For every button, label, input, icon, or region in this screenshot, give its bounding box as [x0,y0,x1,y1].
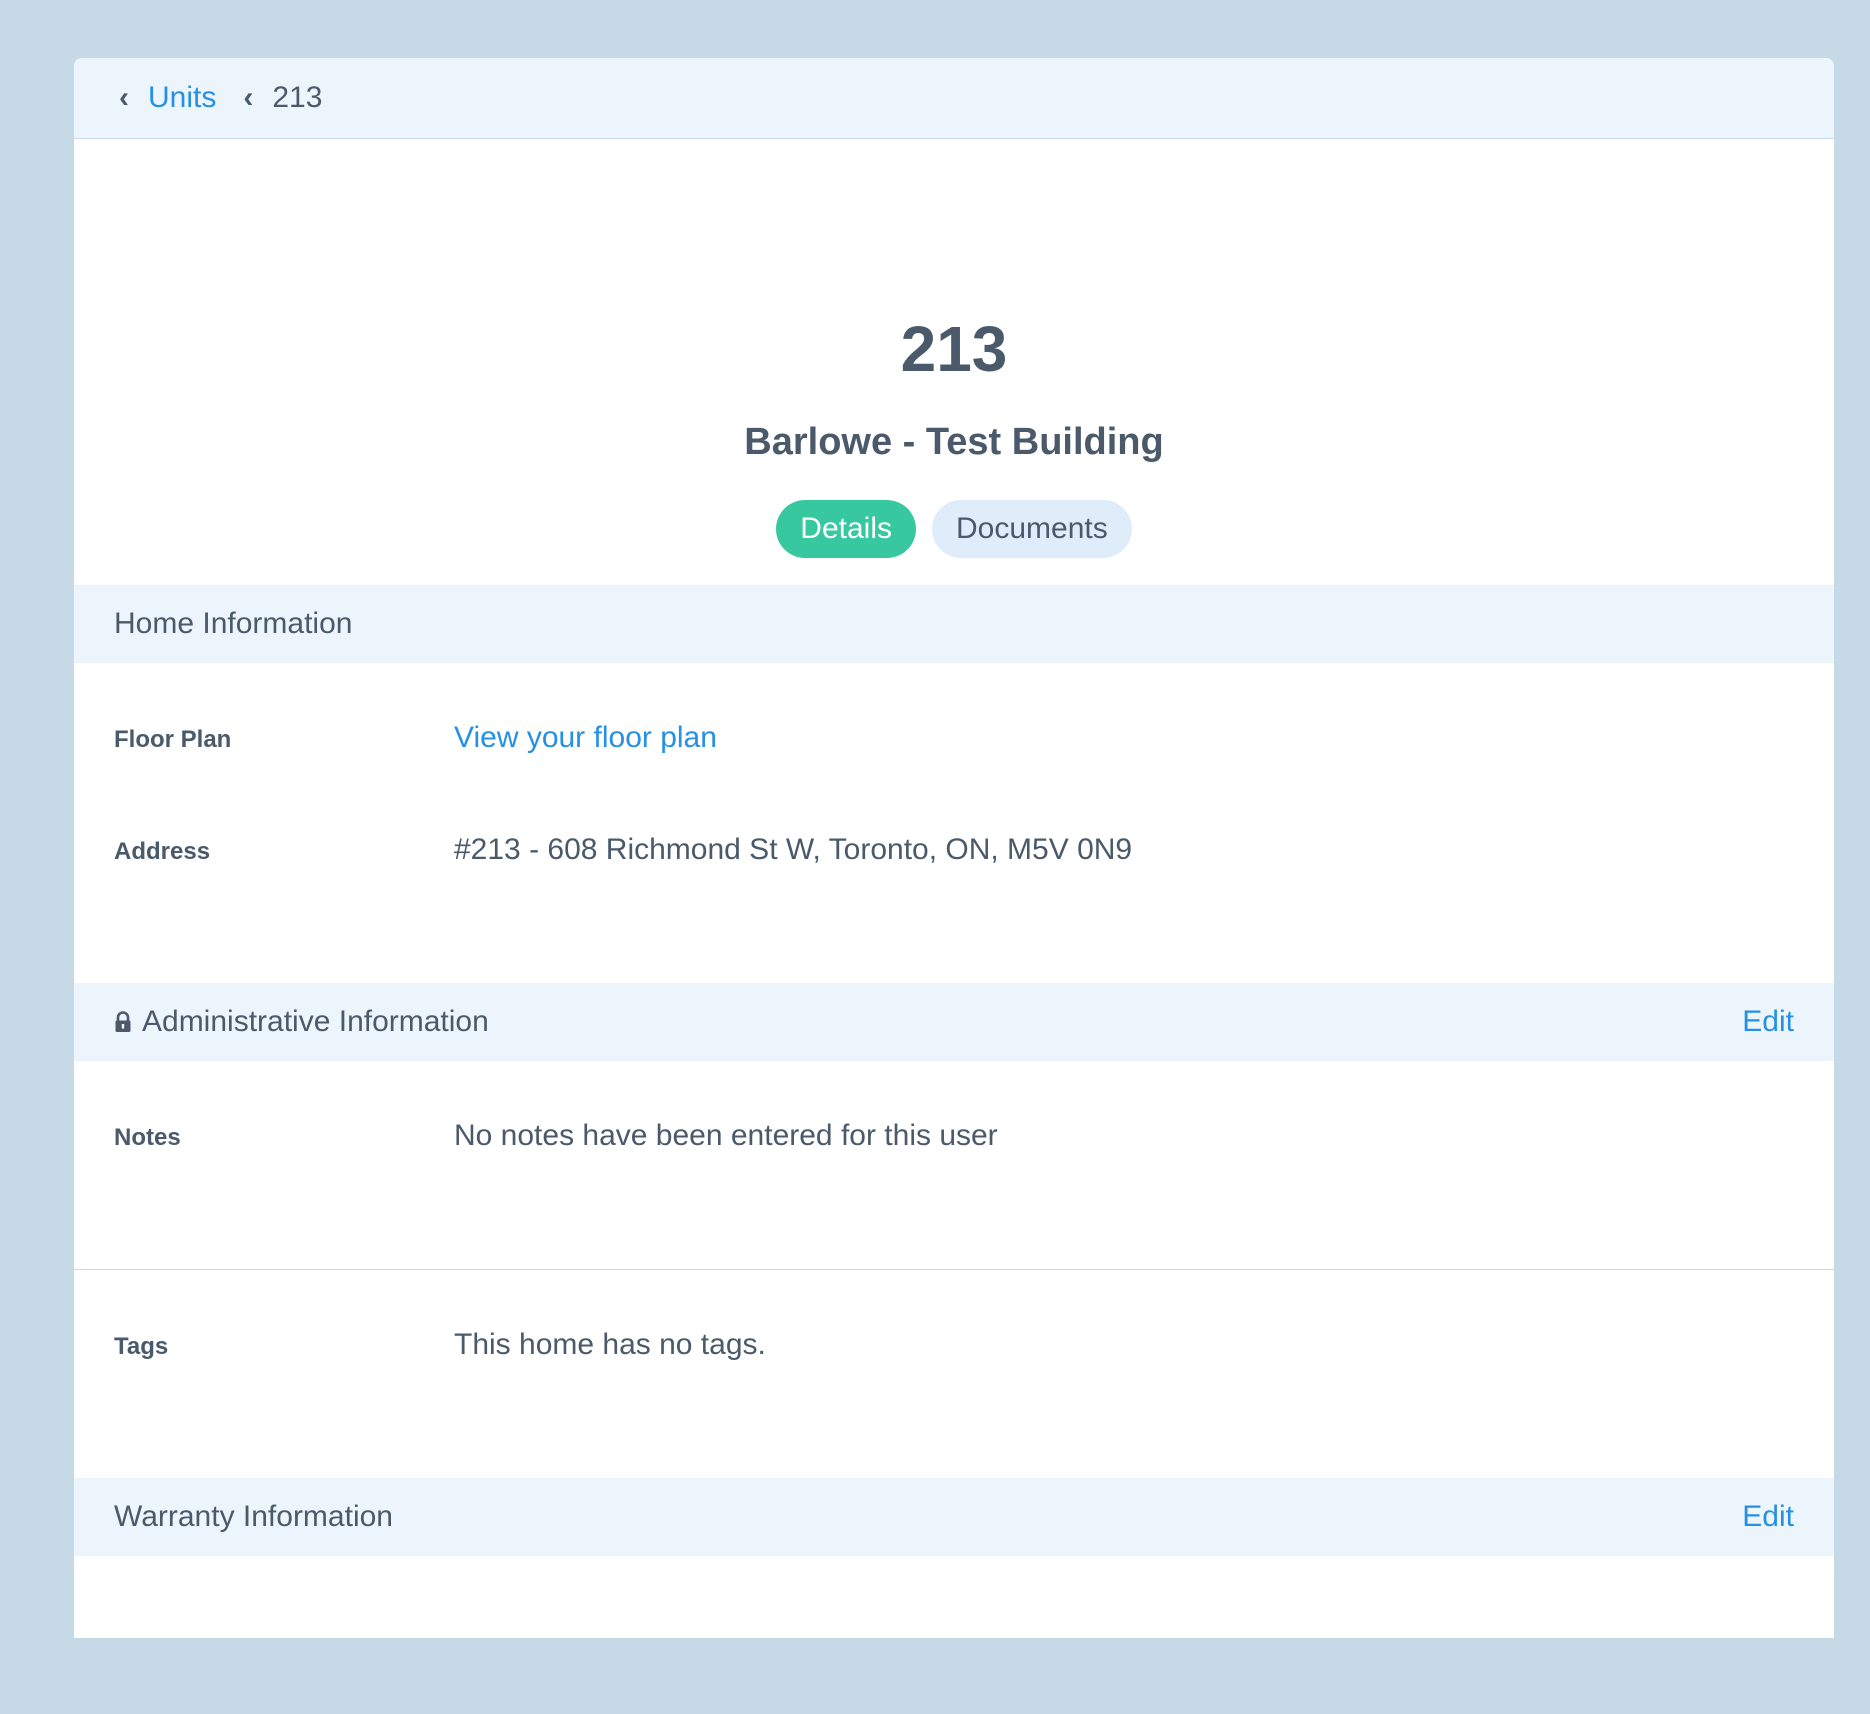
warranty-edit-button[interactable]: Edit [1742,1500,1794,1534]
tags-row: Tags This home has no tags. [74,1328,1834,1362]
section-title: Warranty Information [114,1500,393,1533]
floor-plan-label: Floor Plan [114,726,232,753]
section-title-wrapper: Administrative Information [114,1005,489,1039]
breadcrumb: ‹ Units ‹ 213 [74,58,1834,139]
tab-documents[interactable]: Documents [931,500,1132,558]
tags-label: Tags [114,1333,169,1360]
tab-details[interactable]: Details [776,500,916,558]
notes-block: Notes No notes have been entered for thi… [74,1061,1834,1269]
lock-icon [115,1011,131,1032]
breadcrumb-units-link[interactable]: Units [148,81,216,115]
admin-edit-button[interactable]: Edit [1742,1005,1794,1039]
building-name: Barlowe - Test Building [744,421,1164,463]
unit-card: ‹ Units ‹ 213 213 Barlowe - Test Buildin… [74,58,1834,1638]
page-title: 213 [900,313,1008,385]
unit-hero: 213 Barlowe - Test Building Details Docu… [74,139,1834,585]
address-row: Address #213 - 608 Richmond St W, Toront… [74,833,1834,867]
notes-label: Notes [114,1124,181,1151]
floor-plan-link[interactable]: View your floor plan [454,721,717,755]
tags-block: Tags This home has no tags. [74,1270,1834,1478]
address-label: Address [114,838,211,865]
section-title: Administrative Information [142,1005,489,1038]
floor-plan-row: Floor Plan View your floor plan [74,721,1834,755]
notes-value: No notes have been entered for this user [454,1119,998,1152]
section-title: Home Information [114,607,353,640]
home-information-header: Home Information [74,585,1834,663]
chevron-left-icon: ‹ [119,81,129,114]
tab-bar: Details Documents [74,500,1834,558]
warranty-information-body [74,1556,1834,1636]
notes-row: Notes No notes have been entered for thi… [74,1119,1834,1153]
home-information-body: Floor Plan View your floor plan Address … [74,663,1834,983]
breadcrumb-current: 213 [272,81,323,114]
administrative-information-header: Administrative Information Edit [74,983,1834,1061]
chevron-left-icon: ‹ [243,81,254,114]
tags-value: This home has no tags. [454,1328,766,1361]
address-value: #213 - 608 Richmond St W, Toronto, ON, M… [454,833,1133,866]
warranty-information-header: Warranty Information Edit [74,1478,1834,1556]
